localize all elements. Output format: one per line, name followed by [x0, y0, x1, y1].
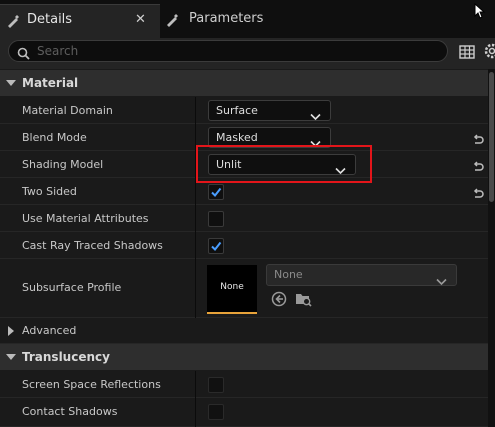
tab-parameters-label: Parameters — [189, 11, 264, 26]
property-label: Screen Space Reflections — [22, 378, 161, 391]
expand-arrow-icon — [6, 354, 16, 360]
contact-shadows-checkbox[interactable] — [208, 404, 224, 420]
tab-details[interactable]: Details ✕ — [0, 4, 160, 38]
checkmark-icon — [211, 241, 222, 252]
reset-to-default-icon[interactable] — [472, 185, 484, 204]
property-row-use-material-attributes: Use Material Attributes — [0, 205, 488, 232]
expand-arrow-icon — [6, 80, 16, 86]
asset-thumbnail[interactable]: None — [207, 265, 257, 314]
dropdown-value: Masked — [216, 131, 258, 144]
mouse-cursor-icon — [474, 2, 486, 23]
column-divider[interactable] — [195, 97, 196, 318]
thumbnail-label: None — [220, 282, 244, 292]
property-label: Shading Model — [22, 158, 104, 171]
checkmark-icon — [211, 187, 222, 198]
category-translucency-label: Translucency — [22, 350, 110, 364]
column-divider[interactable] — [195, 371, 196, 427]
tab-parameters[interactable]: Parameters — [160, 4, 466, 38]
property-row-screen-space-reflections: Screen Space Reflections — [0, 371, 488, 398]
search-input[interactable]: Search — [8, 40, 448, 62]
category-translucency[interactable]: Translucency — [0, 344, 495, 370]
search-icon — [17, 45, 30, 64]
group-advanced-label: Advanced — [22, 324, 77, 337]
use-material-attributes-checkbox[interactable] — [208, 211, 224, 227]
property-label: Material Domain — [22, 104, 113, 117]
property-label: Two Sided — [22, 185, 77, 198]
expand-arrow-icon — [8, 326, 14, 336]
browse-asset-icon[interactable] — [295, 291, 312, 311]
property-label: Blend Mode — [22, 131, 87, 144]
property-row-contact-shadows: Contact Shadows — [0, 398, 488, 427]
property-label: Subsurface Profile — [22, 281, 122, 294]
screen-space-reflections-checkbox[interactable] — [208, 377, 224, 393]
tab-details-label: Details — [27, 12, 73, 27]
property-label: Contact Shadows — [22, 405, 118, 418]
highlight-box — [196, 145, 372, 183]
scrollbar-thumb[interactable] — [489, 72, 494, 202]
details-icon — [6, 13, 20, 32]
use-selected-asset-icon[interactable] — [271, 291, 287, 311]
property-label: Cast Ray Traced Shadows — [22, 239, 163, 252]
material-domain-dropdown[interactable]: Surface — [208, 100, 331, 121]
group-advanced[interactable]: Advanced — [0, 318, 488, 344]
settings-gear-icon[interactable] — [484, 43, 495, 63]
property-row-cast-ray-traced-shadows: Cast Ray Traced Shadows — [0, 232, 488, 259]
table-icon[interactable] — [459, 44, 475, 63]
close-tab-icon[interactable]: ✕ — [135, 12, 146, 27]
search-placeholder: Search — [37, 44, 79, 58]
chevron-down-icon — [436, 271, 447, 290]
two-sided-checkbox[interactable] — [208, 184, 224, 200]
property-row-material-domain: Material Domain Surface — [0, 97, 488, 124]
chevron-down-icon — [310, 106, 321, 125]
reset-to-default-icon[interactable] — [472, 131, 484, 150]
subsurface-profile-asset-dropdown[interactable]: None — [266, 264, 457, 286]
dropdown-value: Surface — [216, 104, 258, 117]
category-material-label: Material — [22, 76, 79, 90]
dropdown-value: None — [274, 268, 303, 281]
parameters-icon — [166, 12, 182, 31]
category-material[interactable]: Material — [0, 70, 495, 96]
cast-ray-traced-shadows-checkbox[interactable] — [208, 238, 224, 254]
property-label: Use Material Attributes — [22, 212, 149, 225]
reset-to-default-icon[interactable] — [472, 158, 484, 177]
